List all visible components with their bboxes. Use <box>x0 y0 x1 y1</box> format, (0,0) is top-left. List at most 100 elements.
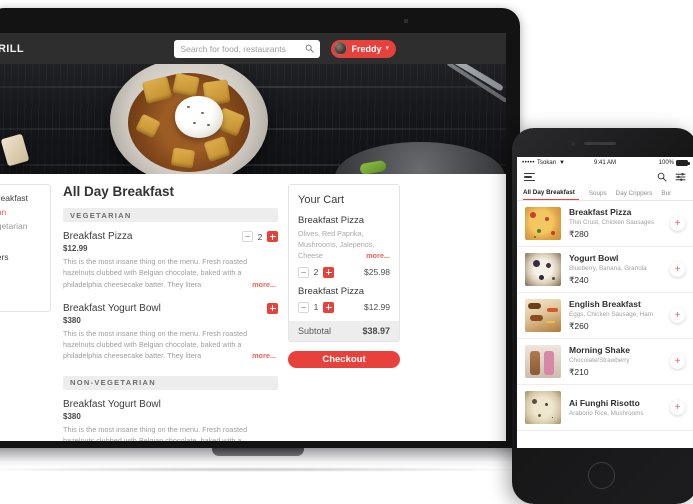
sidebar-item-vegetarian[interactable]: rian <box>0 207 44 217</box>
description-line: Mushrooms, Jalepenos, <box>298 239 375 249</box>
pasta-bowl <box>110 64 268 174</box>
cart-item[interactable]: Breakfast Pizza 1 $12.99 <box>298 286 390 313</box>
menu-item-price: $12.99 <box>63 244 88 253</box>
cart-title: Your Cart <box>298 194 345 206</box>
search-box[interactable] <box>174 39 321 58</box>
description-line: This is the most insane thing on the men… <box>63 328 248 338</box>
menu-item-description: This is the most insane thing on the men… <box>63 424 278 441</box>
section-header-nonvegetarian: NON-VEGETARIAN <box>63 375 278 390</box>
web-body: Breakfast rian egetarian pers All Day Br… <box>0 174 506 441</box>
search-icon[interactable] <box>657 172 667 182</box>
list-item-price: ₹240 <box>569 275 589 285</box>
menu-item[interactable]: Breakfast Yogurt Bowl $380 This is the m… <box>63 302 278 362</box>
battery-icon <box>676 159 690 166</box>
description-line: hazelnuts clubbed with Belgian chocolate… <box>63 340 242 350</box>
add-to-cart-button[interactable]: + <box>670 216 685 231</box>
more-link[interactable]: more... <box>366 251 390 262</box>
list-item-subtitle: Blueberry, Banana, Granola <box>569 265 647 272</box>
screenshot-stage: GRILL Freddy ▾ <box>0 0 693 504</box>
list-item-name: Breakfast Pizza <box>569 207 632 217</box>
quantity-value: 1 <box>313 302 319 313</box>
sidebar-divider <box>0 235 44 252</box>
phone-nav-right-group <box>657 172 686 182</box>
list-item-name: Morning Shake <box>569 345 630 355</box>
menu-column: All Day Breakfast VEGETARIAN Breakfast P… <box>63 184 278 441</box>
user-menu-button[interactable]: Freddy ▾ <box>331 39 396 58</box>
increment-button[interactable] <box>267 231 278 242</box>
web-topbar: GRILL Freddy ▾ <box>0 33 506 64</box>
menu-item[interactable]: Breakfast Yogurt Bowl $380 This is the m… <box>63 399 278 441</box>
home-button[interactable] <box>588 462 615 489</box>
menu-item-info: Breakfast Pizza $12.99 <box>63 231 242 253</box>
add-to-cart-button[interactable]: + <box>670 262 685 277</box>
list-item-meta: Yogurt Bowl Blueberry, Banana, Granola ₹… <box>569 253 662 286</box>
sidebar-item-crippers[interactable]: pers <box>0 252 44 262</box>
more-link[interactable]: more... <box>252 279 276 290</box>
menu-item[interactable]: Breakfast Pizza $12.99 2 This is the mos… <box>63 231 278 290</box>
more-link[interactable]: more... <box>252 350 276 361</box>
add-to-cart-button[interactable]: + <box>670 354 685 369</box>
description-line: philadelphia cheesecake batter. They lit… <box>63 279 202 289</box>
quantity-value: 2 <box>313 267 319 278</box>
clock-label: 9:41 AM <box>593 159 616 166</box>
list-item-price: ₹280 <box>569 229 589 239</box>
menu-item-header: Breakfast Yogurt Bowl $380 <box>63 302 278 325</box>
tab-all-day-breakfast[interactable]: All Day Breakfast <box>523 189 579 200</box>
description-line: This is the most insane thing on the men… <box>63 257 248 266</box>
cart-item-row: 1 $12.99 <box>298 301 390 313</box>
bowl-interior <box>128 72 250 172</box>
list-item[interactable]: Ai Funghi Risotto Araborio Rice, Mushroo… <box>517 385 693 431</box>
search-input[interactable] <box>180 43 306 54</box>
decrement-button[interactable] <box>298 266 309 278</box>
laptop-lid: GRILL Freddy ▾ <box>0 8 520 453</box>
sidebar-item-breakfast[interactable]: Breakfast <box>0 193 44 203</box>
phone-device: ••••• Tsokan ▼ 9:41 AM 100% All Day Brea… <box>512 128 693 504</box>
decrement-button[interactable] <box>298 301 309 313</box>
increment-button[interactable] <box>267 302 278 314</box>
list-item-subtitle: Thin Crust, Chicken Sausages <box>569 219 655 226</box>
quantity-stepper[interactable]: 1 <box>298 301 334 313</box>
add-to-cart-button[interactable]: + <box>670 308 685 323</box>
quantity-stepper[interactable]: 2 <box>242 231 278 242</box>
hamburger-menu-icon[interactable] <box>524 173 535 181</box>
menu-item-header: Breakfast Pizza $12.99 2 <box>63 231 278 253</box>
list-item-subtitle: Araborio Rice, Mushrooms <box>569 410 644 417</box>
add-to-cart-button[interactable]: + <box>670 400 685 415</box>
description-line: Olives, Red Paprika, <box>298 229 364 238</box>
cart-item-description: Olives, Red Paprika, Mushrooms, Jalepeno… <box>298 229 390 262</box>
description-last-line: philadelphia cheesecake batter. They lit… <box>63 350 276 361</box>
filter-sliders-icon[interactable] <box>675 172 686 182</box>
cart-item-price: $12.99 <box>364 302 390 313</box>
cart-item[interactable]: Breakfast Pizza Olives, Red Paprika, Mus… <box>298 215 390 278</box>
list-item-price: ₹210 <box>569 367 589 377</box>
list-item[interactable]: Yogurt Bowl Blueberry, Banana, Granola ₹… <box>517 247 693 293</box>
search-icon[interactable] <box>305 44 315 53</box>
tab-day-crippers[interactable]: Day Crippers <box>616 190 662 200</box>
menu-item-description: This is the most insane thing on the men… <box>63 256 278 290</box>
chevron-down-icon[interactable]: ▾ <box>385 45 389 52</box>
laptop-shadow <box>0 467 540 472</box>
phone-screen: ••••• Tsokan ▼ 9:41 AM 100% All Day Brea… <box>517 157 693 448</box>
checkout-button[interactable]: Checkout <box>288 350 400 368</box>
list-item-subtitle: Chocolate/Strawberry <box>569 357 630 364</box>
list-item[interactable]: Breakfast Pizza Thin Crust, Chicken Saus… <box>517 201 693 247</box>
phone-body: ••••• Tsokan ▼ 9:41 AM 100% All Day Brea… <box>512 128 693 504</box>
tab-burgers[interactable]: Bur <box>661 190 680 200</box>
list-item[interactable]: Morning Shake Chocolate/Strawberry ₹210 … <box>517 339 693 385</box>
tab-soups[interactable]: Soups <box>589 190 616 200</box>
decrement-button[interactable] <box>242 231 253 242</box>
cart-item-name: Breakfast Pizza <box>298 215 364 226</box>
phone-status-bar: ••••• Tsokan ▼ 9:41 AM 100% <box>517 157 693 168</box>
sidebar-item-nonvegetarian[interactable]: egetarian <box>0 221 44 231</box>
quantity-stepper[interactable] <box>267 302 278 314</box>
description-line: hazelnuts clubbed with Belgian chocolate… <box>63 268 242 278</box>
list-item-subtitle: Eggs, Chicken Sausage, Ham <box>569 311 654 318</box>
list-item-name: Ai Funghi Risotto <box>569 398 640 408</box>
cart-item-row: 2 $25.98 <box>298 266 390 278</box>
increment-button[interactable] <box>323 266 334 278</box>
quantity-stepper[interactable]: 2 <box>298 266 334 278</box>
menu-item-description: This is the most insane thing on the men… <box>63 328 278 362</box>
brand-logo[interactable]: GRILL <box>0 43 24 55</box>
increment-button[interactable] <box>323 301 334 313</box>
list-item[interactable]: English Breakfast Eggs, Chicken Sausage,… <box>517 293 693 339</box>
